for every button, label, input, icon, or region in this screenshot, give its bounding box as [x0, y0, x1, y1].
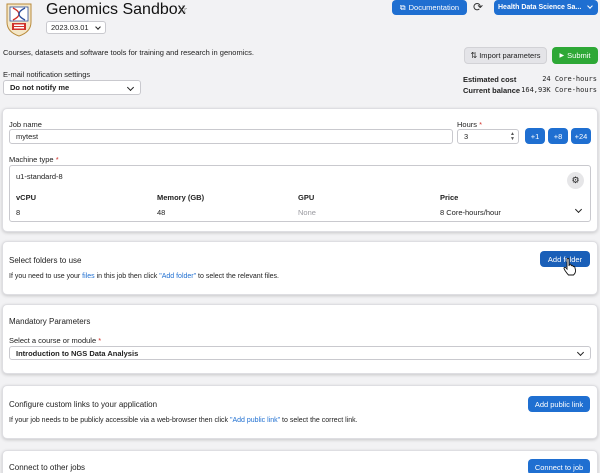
submit-label: Submit	[567, 51, 591, 60]
hours-label: Hours	[457, 120, 478, 129]
links-title: Configure custom links to your applicati…	[9, 400, 158, 409]
job-name-value: mytest	[16, 132, 39, 141]
folders-text-before: If you need to use your	[9, 273, 83, 280]
connect-title: Connect to other jobs	[9, 463, 86, 472]
machine-type-label-group: Machine type *	[9, 155, 59, 164]
submit-button[interactable]: ▶ Submit	[552, 47, 598, 64]
balance-value: 164,93K Core-hours	[521, 86, 597, 94]
chevron-down-icon	[94, 23, 101, 30]
machine-type-label: Machine type	[9, 155, 54, 164]
course-value: Introduction to NGS Data Analysis	[16, 348, 139, 358]
version-value: 2023.03.01	[51, 23, 89, 32]
course-label: Select a course or module	[9, 336, 97, 345]
import-parameters-label: Import parameters	[479, 51, 541, 60]
links-help-text: If your job needs to be publicly accessi…	[9, 417, 358, 424]
price-value: 8 Core-hours/hour	[440, 208, 501, 217]
connect-to-job-button[interactable]: Connect to job	[528, 459, 590, 473]
documentation-label: Documentation	[408, 3, 460, 12]
mandatory-card: Mandatory Parameters Select a course or …	[2, 304, 598, 374]
stepper-icon[interactable]: ▲ ▼	[510, 132, 515, 142]
job-card: Job name mytest Hours * 3 ▲ ▼ +1 +8 +24 M…	[2, 108, 598, 232]
version-select[interactable]: 2023.03.01	[46, 21, 106, 34]
folders-card: Select folders to use Add folder If you …	[2, 241, 598, 295]
play-icon: ▶	[559, 53, 565, 59]
vcpu-header: vCPU	[16, 193, 37, 202]
folders-text-after: to select the relevant files.	[196, 273, 279, 280]
balance-label: Current balance	[463, 86, 521, 95]
hours-label-group: Hours *	[457, 120, 483, 129]
vcpu-value: 8	[16, 208, 21, 217]
notification-value: Do not notify me	[10, 83, 70, 92]
project-label: Health Data Science Sa...	[498, 4, 582, 11]
hours-plus24-button[interactable]: +24	[571, 128, 591, 144]
chevron-down-icon	[576, 348, 585, 357]
external-link-icon: ⧉	[399, 2, 406, 12]
app-logo	[3, 2, 35, 37]
import-arrows-icon: ⇅	[470, 51, 478, 60]
machine-settings-icon[interactable]: ⚙	[567, 172, 584, 189]
chevron-down-icon	[587, 2, 593, 9]
estimated-cost-label: Estimated cost	[463, 75, 517, 84]
refresh-icon[interactable]: ⟳	[473, 0, 483, 14]
folders-title: Select folders to use	[9, 256, 82, 265]
folders-text-middle: in this job then click	[94, 273, 160, 280]
price-header: Price	[440, 193, 459, 202]
links-card: Configure custom links to your applicati…	[2, 385, 598, 439]
chevron-down-icon[interactable]	[574, 205, 583, 214]
app-description: Courses, datasets and software tools for…	[3, 48, 254, 57]
links-text-after: to select the correct link.	[280, 417, 358, 424]
add-public-link-button[interactable]: Add public link	[528, 396, 590, 412]
notification-label: E-mail notification settings	[3, 70, 91, 79]
notification-select[interactable]: Do not notify me	[3, 80, 141, 95]
machine-type-value: u1-standard-8	[16, 172, 63, 181]
machine-type-select[interactable]: u1-standard-8 ⚙ vCPU Memory (GB) GPU Pri…	[9, 165, 591, 222]
add-folder-link[interactable]: "Add folder"	[159, 273, 196, 280]
project-select[interactable]: Health Data Science Sa...	[494, 0, 598, 15]
memory-value: 48	[157, 208, 166, 217]
hours-plus8-button[interactable]: +8	[548, 128, 568, 144]
estimated-cost-value: 24 Core-hours	[542, 75, 597, 83]
course-label-group: Select a course or module *	[9, 336, 102, 345]
hours-plus1-button[interactable]: +1	[525, 128, 545, 144]
add-public-link-link[interactable]: "Add public link"	[230, 417, 280, 424]
star-icon[interactable]: ☆	[178, 3, 188, 16]
memory-header: Memory (GB)	[157, 193, 205, 202]
files-link[interactable]: files	[82, 273, 94, 280]
mandatory-title: Mandatory Parameters	[9, 317, 91, 326]
documentation-button[interactable]: ⧉ Documentation	[392, 0, 467, 15]
hours-value: 3	[464, 132, 469, 141]
job-name-label: Job name	[9, 120, 42, 129]
import-parameters-button[interactable]: ⇅ Import parameters	[464, 47, 547, 64]
job-name-input[interactable]: mytest	[9, 129, 453, 144]
folders-help-text: If you need to use your files in this jo…	[9, 273, 279, 280]
chevron-down-icon	[126, 83, 135, 91]
connect-card: Connect to other jobs Connect to job	[2, 450, 598, 473]
app-title: Genomics Sandbox	[46, 1, 186, 18]
hours-input[interactable]: 3 ▲ ▼	[457, 129, 519, 144]
links-text-before: If your job needs to be publicly accessi…	[9, 417, 230, 424]
gpu-header: GPU	[298, 193, 315, 202]
course-select[interactable]: Introduction to NGS Data Analysis	[9, 346, 591, 360]
gpu-value: None	[298, 208, 316, 217]
hand-pointer-icon	[563, 258, 577, 278]
